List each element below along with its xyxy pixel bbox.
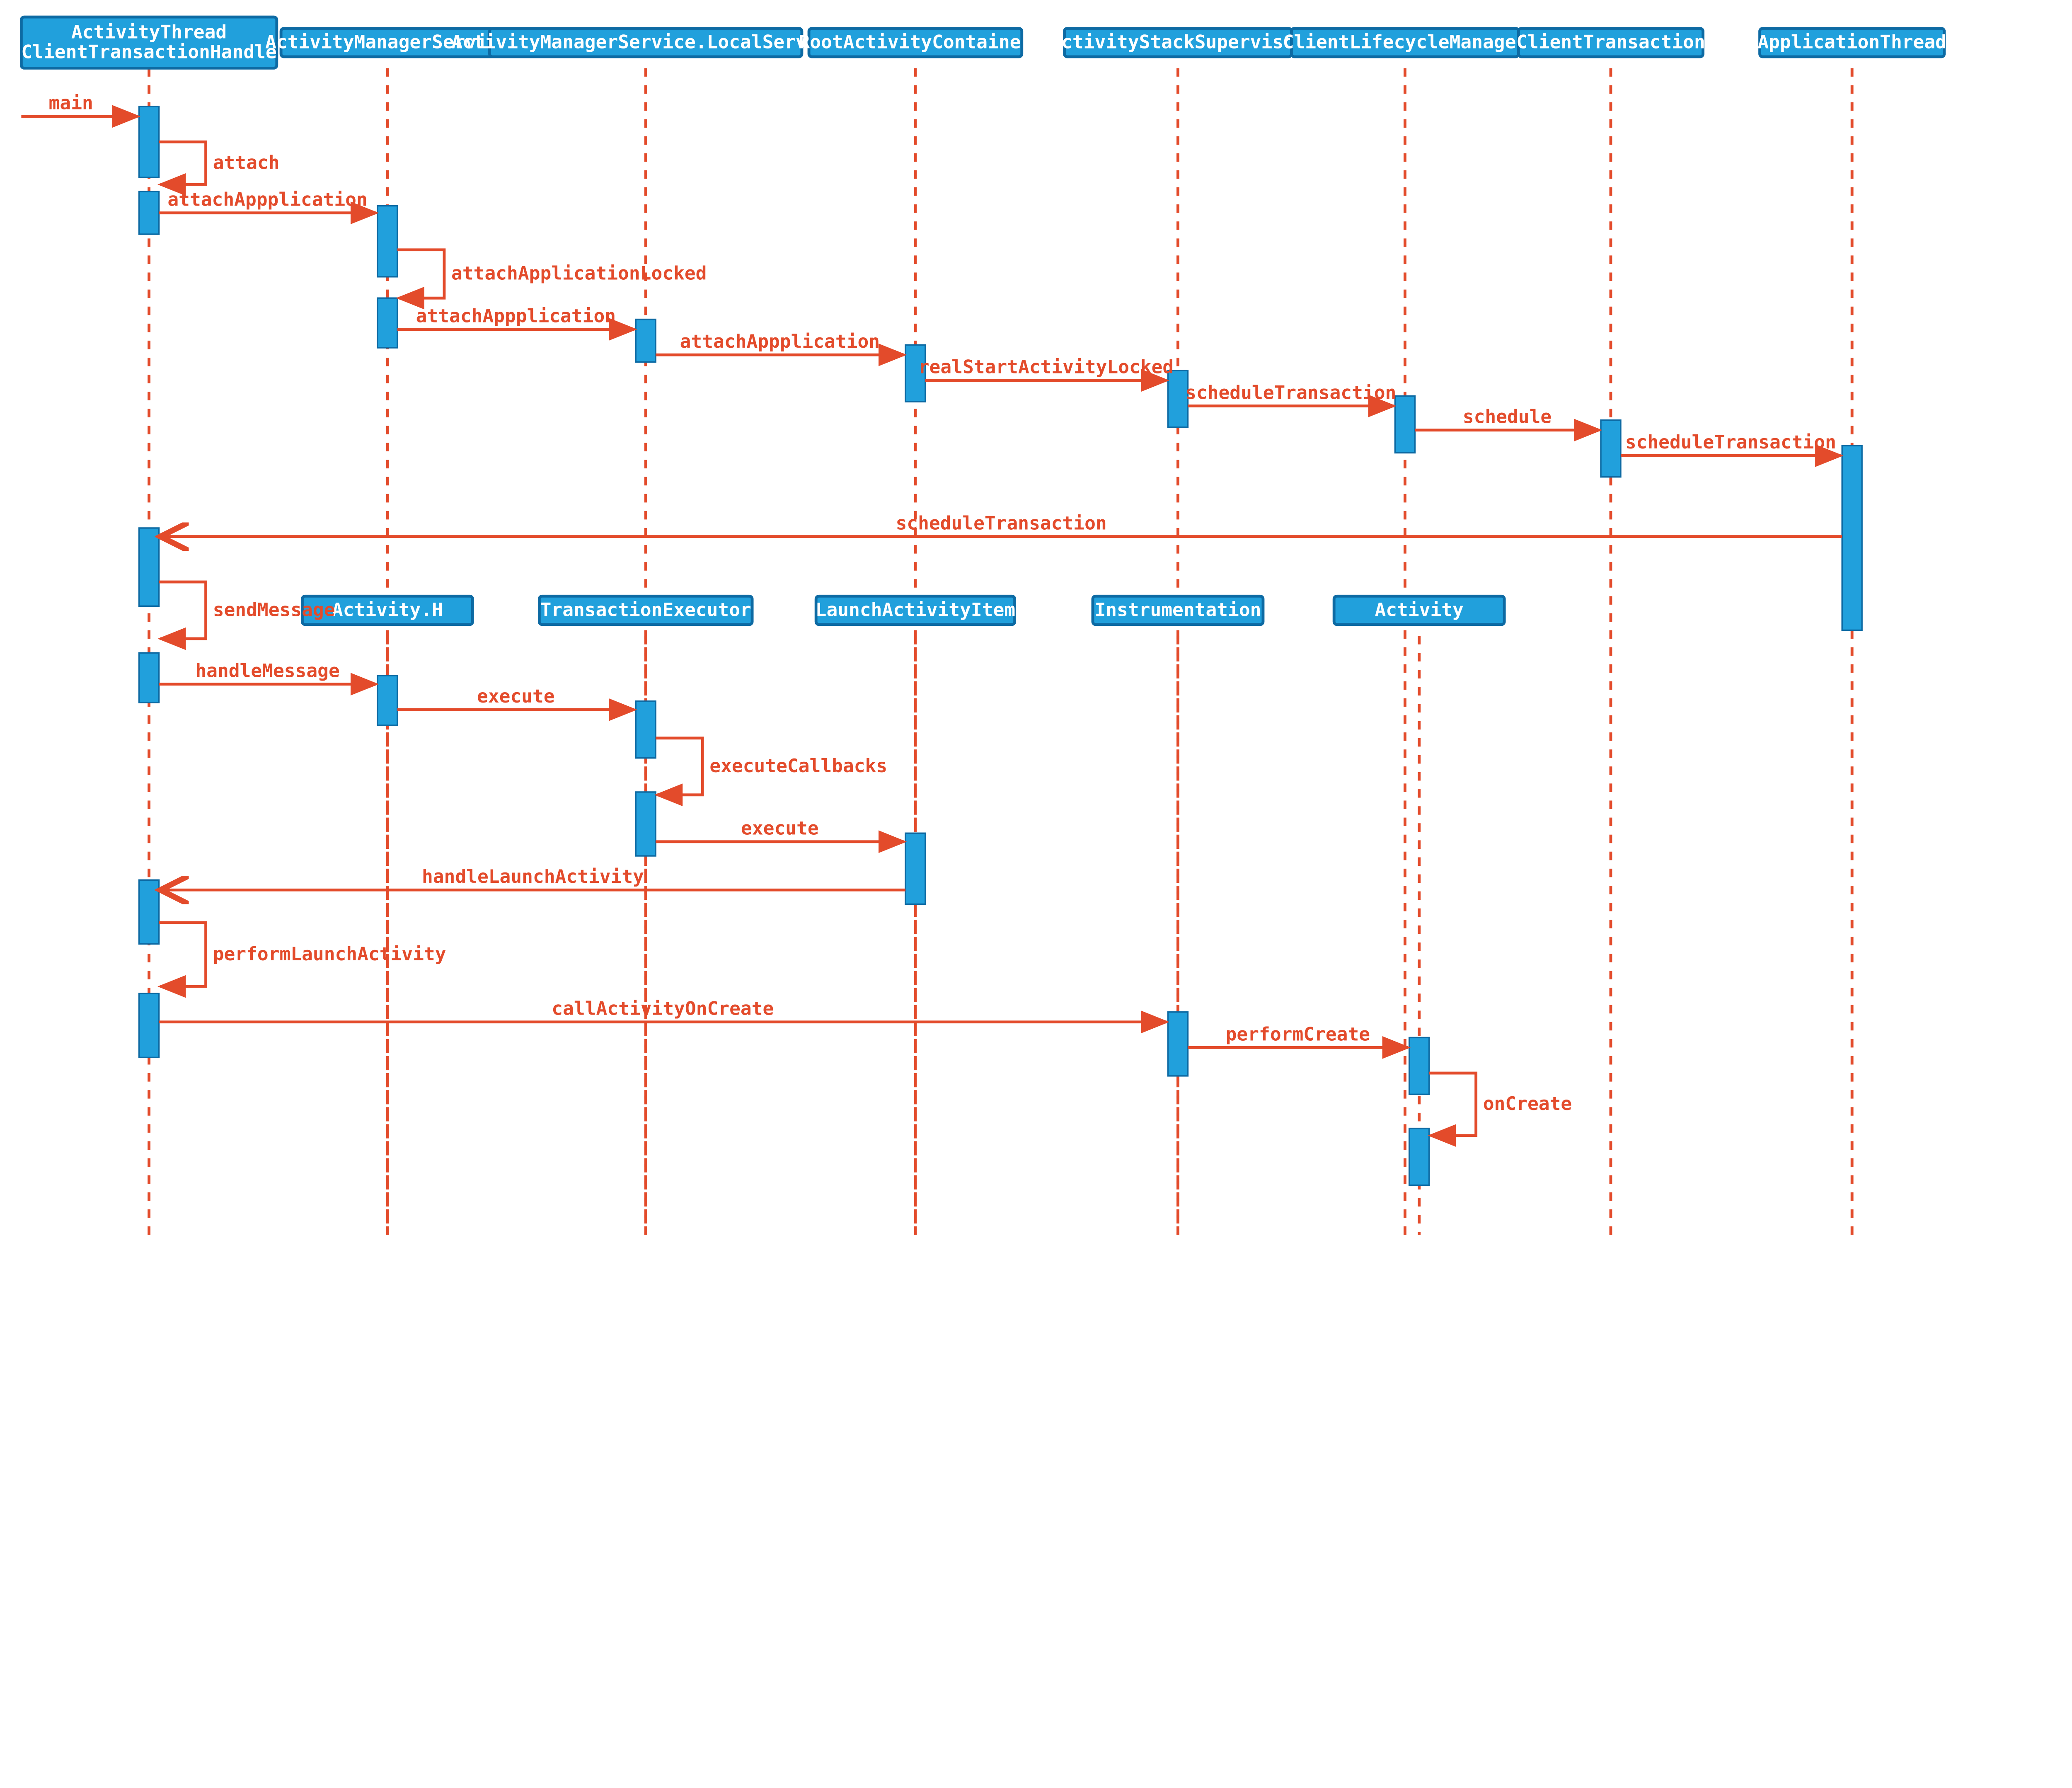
msg-label: performCreate [1226, 1024, 1370, 1045]
activation [636, 701, 656, 758]
msg-label: execute [741, 818, 819, 839]
activation [139, 653, 159, 703]
msg-label: performLaunchActivity [213, 944, 446, 965]
msg-label: handleLaunchActivity [422, 866, 644, 887]
msg-label: handleMessage [195, 661, 339, 682]
participant-label: ClientTransaction [1516, 31, 1705, 53]
msg-label: callActivityOnCreate [552, 998, 774, 1020]
activation [1601, 420, 1621, 477]
msg-label: schedule [1463, 407, 1552, 428]
msg-label: scheduleTransaction [896, 513, 1106, 534]
activation [1395, 396, 1415, 453]
msg-label: attach [213, 153, 280, 174]
activation [378, 676, 397, 725]
activation [905, 833, 925, 904]
activation [1409, 1037, 1429, 1094]
activation [636, 792, 656, 856]
participant-label: TransactionExecutor [540, 599, 751, 620]
activation [139, 880, 159, 944]
participant-label: ClientLifecycleManager [1283, 31, 1527, 53]
msg-label: scheduleTransaction [1185, 382, 1396, 403]
activation [139, 107, 159, 177]
activation [139, 528, 159, 606]
msg-executeCallbacks [656, 738, 702, 795]
activation [139, 993, 159, 1057]
msg-label: execute [477, 686, 555, 707]
sequence-diagram: ActivityThread/ClientTransactionHandler A… [0, 0, 2072, 1249]
msg-label: main [49, 93, 93, 114]
msg-performLaunchActivity [159, 923, 206, 986]
msg-label: attachAppplication [416, 305, 616, 327]
participant-label: ApplicationThread [1757, 31, 1946, 53]
participant-label: Activity [1375, 599, 1463, 620]
activation [1168, 1012, 1188, 1076]
msg-label: sendMessage [213, 599, 335, 620]
msg-label: attachAppplication [167, 189, 367, 211]
msg-label: onCreate [1483, 1093, 1572, 1114]
msg-label: scheduleTransaction [1625, 432, 1836, 453]
msg-onCreate [1429, 1073, 1476, 1136]
msg-label: executeCallbacks [709, 756, 887, 777]
activation [1842, 446, 1862, 630]
msg-attachApplicationLocked [397, 250, 444, 298]
msg-attach [159, 142, 206, 184]
msg-sendMessage [159, 582, 206, 639]
msg-label: realStartActivityLocked [918, 357, 1174, 378]
activation [139, 191, 159, 234]
participant-label: Instrumentation [1094, 599, 1261, 620]
participant-label: ActivityManagerService.LocalService [451, 31, 840, 53]
participant-label: LaunchActivityItem [816, 599, 1015, 620]
participant-label: ActivityStackSupervisor [1050, 31, 1305, 53]
msg-label: attachApplicationLocked [451, 263, 707, 284]
activation [636, 320, 656, 362]
participant-label: ActivityThread [71, 22, 227, 43]
activation [378, 206, 397, 277]
activation [378, 298, 397, 348]
participant-label: Activity.H [332, 599, 443, 620]
participant-label: RootActivityContainer [799, 31, 1032, 53]
activation [1409, 1129, 1429, 1185]
participant-label: /ClientTransactionHandler [10, 41, 288, 63]
msg-label: attachAppplication [680, 331, 880, 352]
